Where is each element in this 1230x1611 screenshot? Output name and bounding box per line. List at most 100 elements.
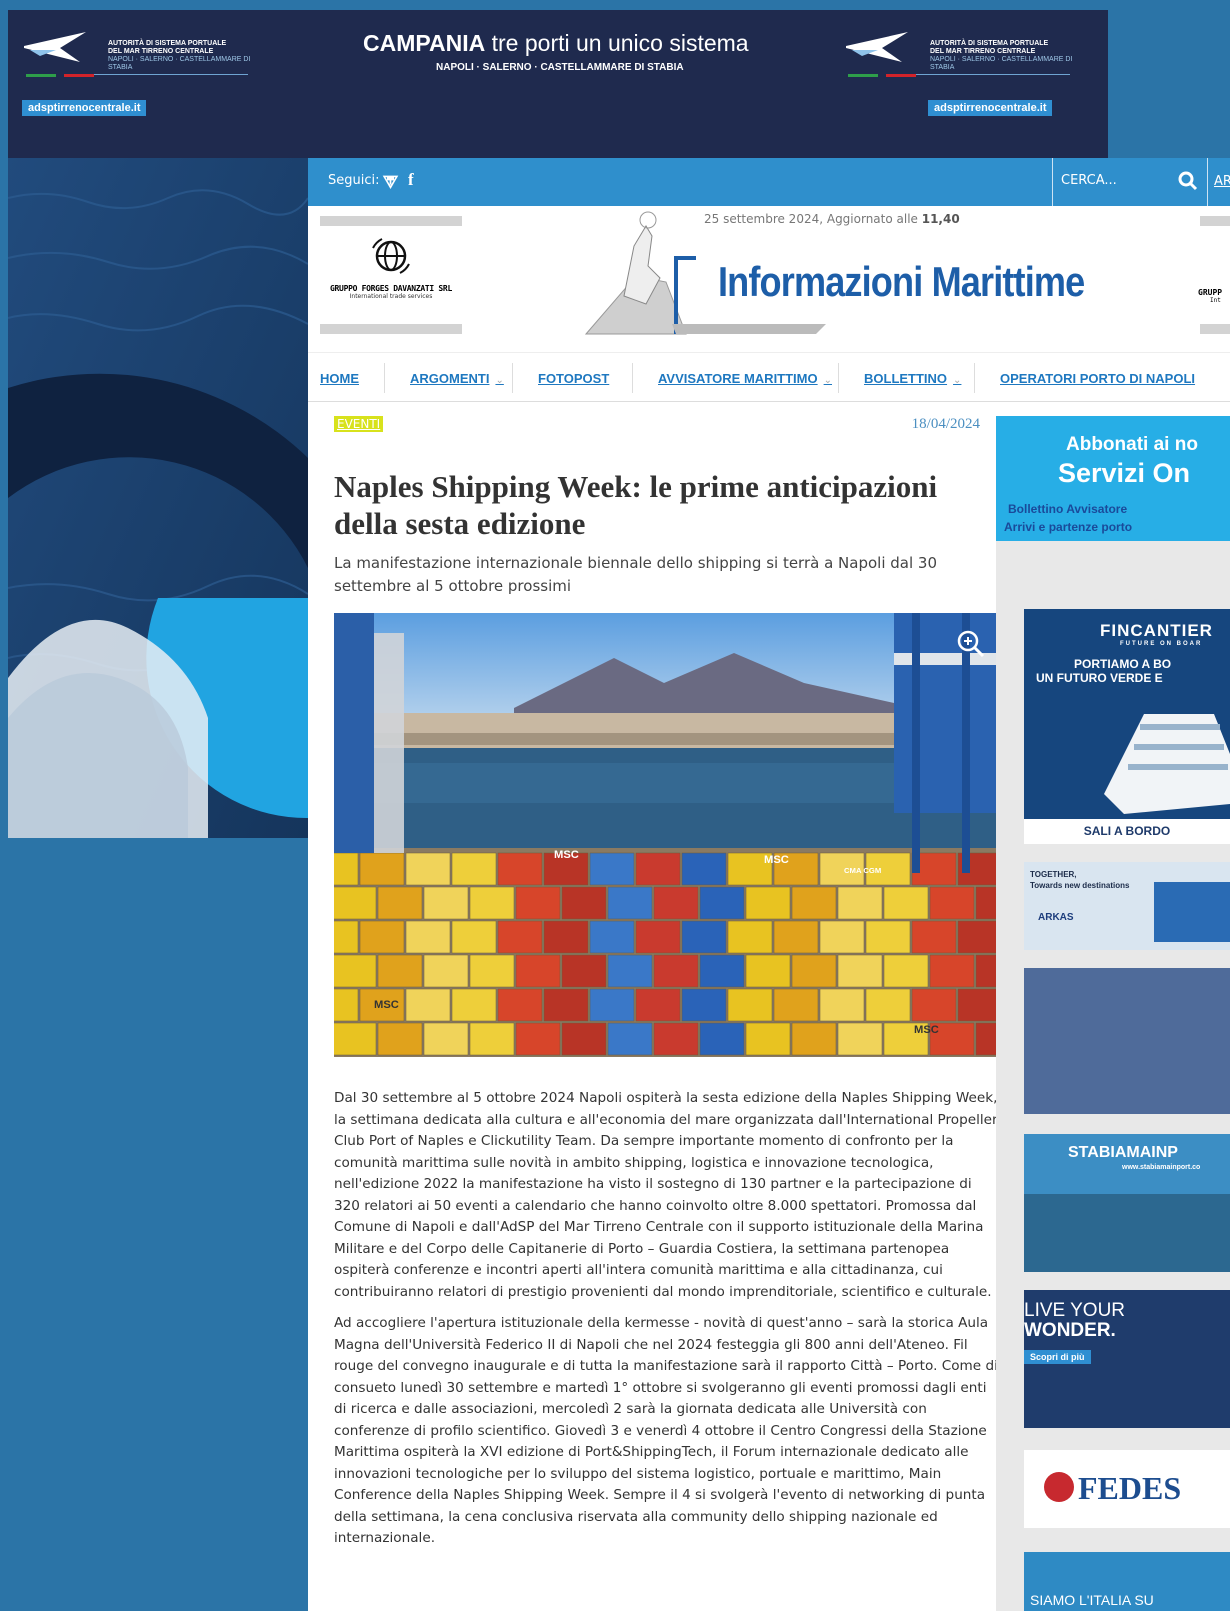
shipping-container xyxy=(334,920,359,954)
shipping-container xyxy=(334,886,377,920)
shipping-container xyxy=(837,886,883,920)
shipping-container xyxy=(791,954,837,988)
shipping-container xyxy=(635,852,681,886)
shipping-container xyxy=(883,886,929,920)
shipping-container xyxy=(423,886,469,920)
search-input[interactable] xyxy=(1061,173,1171,188)
ad-brand: FINCANTIER xyxy=(1100,621,1213,640)
blank-ad-slot[interactable] xyxy=(1024,968,1230,1114)
shipping-container xyxy=(635,988,681,1022)
fedes-ad[interactable]: FEDES xyxy=(1024,1450,1230,1528)
sponsor-logo[interactable]: GRUPPO FORGES DAVANZATI SRL Internationa… xyxy=(320,236,462,300)
msc-label: MSC xyxy=(914,1024,939,1036)
container-label: MSC xyxy=(374,999,399,1011)
top-banner-ad[interactable]: AUTORITÀ DI SISTEMA PORTUALE DEL MAR TIR… xyxy=(8,10,1108,158)
shipping-container xyxy=(377,954,423,988)
authority-ports: NAPOLI · SALERNO · CASTELLAMMARE DI STAB… xyxy=(930,56,1073,71)
subscribe-item: Arrivi e partenze porto xyxy=(1004,520,1133,534)
shipping-container xyxy=(334,852,359,886)
bottom-ad[interactable]: SIAMO L'ITALIA SU xyxy=(1024,1552,1230,1611)
ad-line: Towards new destinations xyxy=(1030,881,1130,890)
top-bar: Seguici: ⮗ f AR xyxy=(308,158,1230,206)
nav-label: BOLLETTINO xyxy=(864,371,948,386)
shipping-container xyxy=(607,1022,653,1056)
shipping-container xyxy=(515,954,561,988)
shipping-container xyxy=(561,954,607,988)
shipping-container xyxy=(334,954,377,988)
nav-home[interactable]: HOME xyxy=(320,371,359,386)
facebook-icon[interactable]: f xyxy=(408,170,414,190)
flag-stripe-green xyxy=(26,74,56,77)
website-link[interactable]: adsptirrenocentrale.it xyxy=(928,100,1053,116)
banner-subline: NAPOLI · SALERNO · CASTELLAMMARE DI STAB… xyxy=(436,62,684,73)
ad-line: TOGETHER, xyxy=(1030,870,1077,879)
ad-line: PORTIAMO A BO xyxy=(1074,657,1172,671)
article-photo[interactable]: MSC MSC MSC MSC CMA CGM xyxy=(334,613,1000,1057)
fedes-logo-icon xyxy=(1044,1472,1074,1502)
shipping-container xyxy=(469,886,515,920)
arkas-ad[interactable]: TOGETHER, Towards new destinations ARKAS xyxy=(1024,862,1230,950)
nav-operatori-porto-napoli[interactable]: OPERATORI PORTO DI NAPOLI xyxy=(1000,371,1195,386)
msc-label: MSC xyxy=(764,854,789,866)
page: AUTORITÀ DI SISTEMA PORTUALE DEL MAR TIR… xyxy=(0,0,1230,1611)
shipping-container xyxy=(334,988,359,1022)
website-link[interactable]: adsptirrenocentrale.it xyxy=(22,100,147,116)
sponsor-tagline: International trade services xyxy=(349,293,433,300)
site-title[interactable]: Informazioni Marittime xyxy=(718,258,1085,306)
nav-argomenti[interactable]: ARGOMENTI ⌄ xyxy=(410,371,504,386)
cma-cgm-label: CMA CGM xyxy=(844,866,881,875)
nav-separator xyxy=(384,363,385,393)
shipping-container xyxy=(911,920,957,954)
msc-cruise-ad[interactable]: LIVE YOUR WONDER. Scopri di più xyxy=(1024,1290,1230,1428)
ad-cta-button[interactable]: Scopri di più xyxy=(1024,1350,1091,1364)
globe-icon xyxy=(372,238,410,274)
shipping-container xyxy=(791,1022,837,1056)
fincantieri-ad[interactable]: FINCANTIER FUTURE ON BOAR PORTIAMO A BO … xyxy=(1024,609,1230,844)
shipping-container xyxy=(469,1022,515,1056)
nav-avvisatore-marittimo[interactable]: AVVISATORE MARITTIMO ⌄ xyxy=(658,371,832,386)
search-icon[interactable] xyxy=(1177,170,1199,192)
shipping-container xyxy=(451,988,497,1022)
shipping-container xyxy=(561,1022,607,1056)
side-skin-ad[interactable] xyxy=(8,158,308,838)
headline-rest: tre porti un unico sistema xyxy=(485,30,749,56)
placeholder-bar xyxy=(320,324,462,334)
shipping-container xyxy=(497,988,543,1022)
ad-brand: ARKAS xyxy=(1038,912,1074,923)
ad-cta-button[interactable]: SALI A BORDO xyxy=(1024,819,1230,844)
shipping-container xyxy=(451,920,497,954)
zoom-in-icon[interactable] xyxy=(956,629,986,659)
shipping-container xyxy=(681,920,727,954)
shipping-container xyxy=(423,1022,469,1056)
placeholder-bar xyxy=(320,216,462,226)
rss-icon[interactable]: ⮗ xyxy=(382,170,399,199)
follow-label: Seguici: xyxy=(328,173,380,188)
yacht-image xyxy=(1024,1194,1230,1272)
shipping-container xyxy=(543,920,589,954)
container-label: MSC xyxy=(914,1024,939,1036)
archive-link[interactable]: AR xyxy=(1214,174,1230,189)
sea-wave-image xyxy=(8,158,308,838)
masthead: GRUPPO FORGES DAVANZATI SRL Internationa… xyxy=(308,206,1230,352)
shipping-container xyxy=(607,954,653,988)
subscribe-banner[interactable]: Abbonati ai no Servizi On Bollettino Avv… xyxy=(996,416,1230,541)
chevron-down-icon: ⌄ xyxy=(823,375,833,386)
ad-line: UN FUTURO VERDE E xyxy=(1036,671,1163,685)
shipping-container xyxy=(883,954,929,988)
authority-ports: NAPOLI · SALERNO · CASTELLAMMARE DI STAB… xyxy=(108,56,251,71)
nav-bollettino[interactable]: BOLLETTINO ⌄ xyxy=(864,371,961,386)
shipping-container xyxy=(745,886,791,920)
nav-fotopost[interactable]: FOTOPOST xyxy=(538,371,609,386)
date-text: 25 settembre 2024, Aggiornato alle xyxy=(704,212,922,226)
category-badge[interactable]: EVENTI xyxy=(334,416,384,432)
authority-name: AUTORITÀ DI SISTEMA PORTUALE xyxy=(930,40,1049,47)
stabia-main-port-ad[interactable]: STABIAMAINP www.stabiamainport.co xyxy=(1024,1134,1230,1272)
nav-separator xyxy=(974,363,975,393)
ship-image xyxy=(1154,882,1230,942)
shipping-container xyxy=(515,886,561,920)
shipping-container xyxy=(699,886,745,920)
msc-label: MSC xyxy=(554,849,579,861)
sponsor-logo-right[interactable]: GRUPP Int xyxy=(1198,288,1222,304)
shipping-container xyxy=(497,852,543,886)
shipping-container xyxy=(865,920,911,954)
